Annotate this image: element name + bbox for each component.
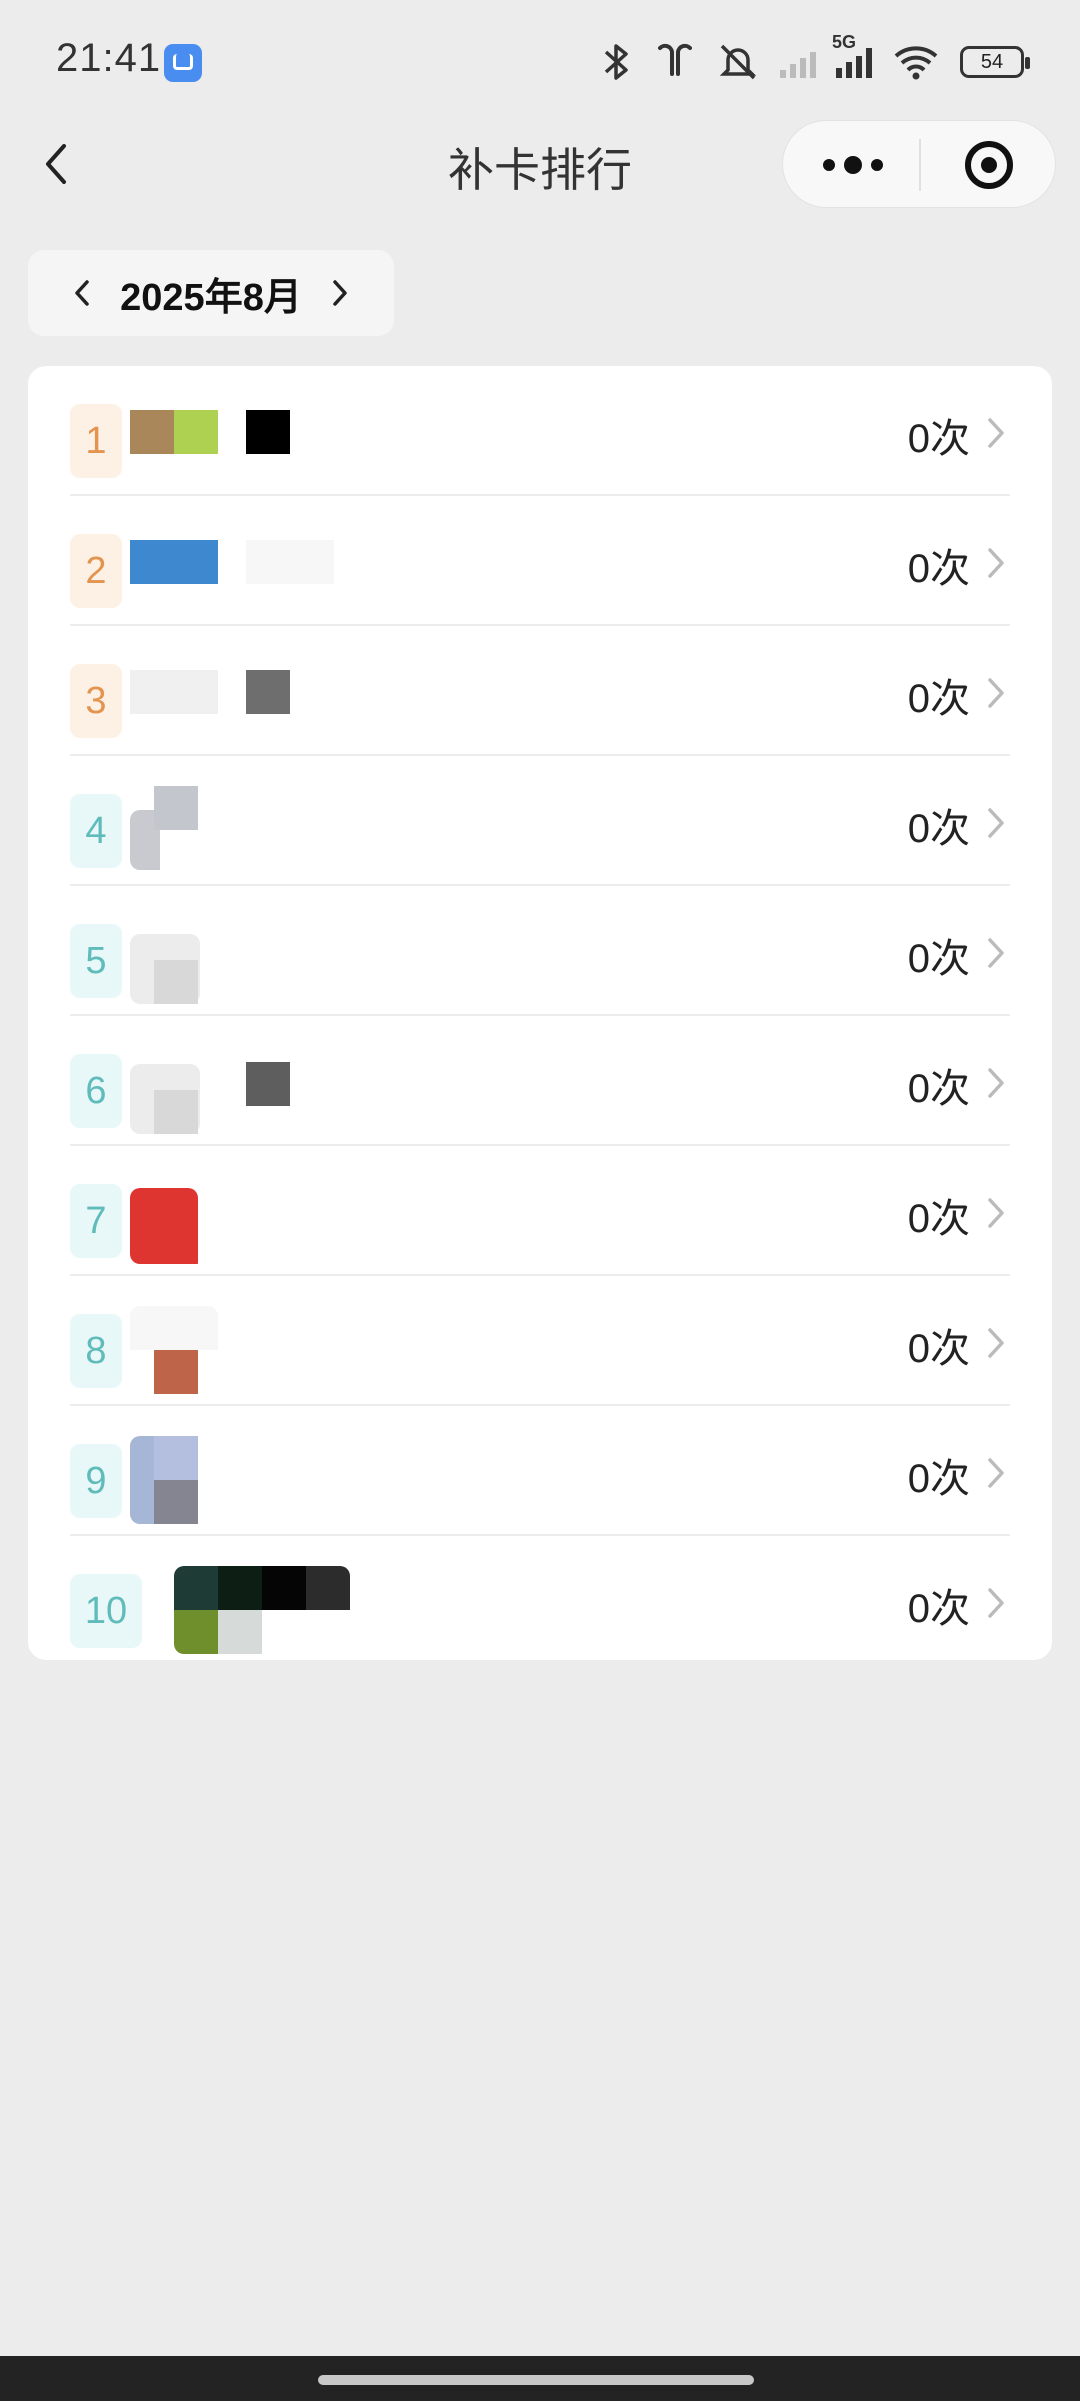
avatar bbox=[130, 1046, 218, 1134]
earbuds-icon bbox=[654, 42, 696, 82]
ranking-row[interactable]: 5 0次 bbox=[70, 886, 1010, 1016]
member-name-redacted bbox=[246, 1318, 466, 1366]
signal-5g-icon: 5G bbox=[832, 32, 872, 82]
rank-badge: 5 bbox=[70, 924, 122, 998]
avatar bbox=[130, 396, 218, 484]
capsule-divider bbox=[919, 139, 921, 191]
chevron-right-icon bbox=[333, 280, 347, 306]
makeup-count: 0次 bbox=[907, 677, 970, 721]
member-name-redacted bbox=[246, 1448, 466, 1496]
signal-dim-icon bbox=[780, 42, 816, 82]
avatar bbox=[130, 916, 218, 1004]
rank-badge: 10 bbox=[70, 1574, 142, 1648]
mute-icon bbox=[716, 42, 760, 82]
ranking-row[interactable]: 2 0次 bbox=[70, 496, 1010, 626]
member-name-redacted bbox=[246, 408, 466, 456]
ranking-row[interactable]: 4 0次 bbox=[70, 756, 1010, 886]
makeup-count: 0次 bbox=[907, 1587, 970, 1631]
network-type-label: 5G bbox=[832, 32, 857, 52]
chevron-right-icon bbox=[988, 678, 1004, 708]
ranking-row[interactable]: 9 0次 bbox=[70, 1406, 1010, 1536]
nav-bar: 补卡排行 bbox=[0, 120, 1080, 210]
member-name-redacted bbox=[246, 798, 466, 846]
makeup-count: 0次 bbox=[907, 807, 970, 851]
rank-badge: 8 bbox=[70, 1314, 122, 1388]
rank-badge: 4 bbox=[70, 794, 122, 868]
chevron-right-icon bbox=[988, 1458, 1004, 1488]
ranking-row[interactable]: 1 0次 bbox=[70, 366, 1010, 496]
more-dot-icon bbox=[844, 156, 862, 174]
member-name-redacted bbox=[246, 1058, 466, 1106]
rank-badge: 1 bbox=[70, 404, 122, 478]
chevron-left-icon bbox=[75, 280, 89, 306]
makeup-count: 0次 bbox=[907, 547, 970, 591]
avatar bbox=[174, 1566, 350, 1654]
month-picker: 2025年8月 bbox=[28, 250, 394, 336]
member-name-redacted bbox=[246, 928, 466, 976]
avatar bbox=[130, 1436, 218, 1524]
chevron-right-icon bbox=[988, 808, 1004, 838]
rank-badge: 3 bbox=[70, 664, 122, 738]
chevron-right-icon bbox=[988, 1068, 1004, 1098]
miniprogram-capsule bbox=[782, 120, 1056, 208]
avatar bbox=[130, 1306, 218, 1394]
makeup-count: 0次 bbox=[907, 1457, 970, 1501]
more-button[interactable] bbox=[823, 151, 883, 179]
ranking-row[interactable]: 8 0次 bbox=[70, 1276, 1010, 1406]
close-miniprogram-button[interactable] bbox=[965, 141, 1013, 189]
chevron-right-icon bbox=[988, 1198, 1004, 1228]
member-name-redacted bbox=[246, 1188, 466, 1236]
battery-icon: 54 bbox=[960, 46, 1030, 78]
month-label: 2025年8月 bbox=[120, 276, 302, 319]
rank-badge: 6 bbox=[70, 1054, 122, 1128]
chevron-right-icon bbox=[988, 1328, 1004, 1358]
chevron-right-icon bbox=[988, 1588, 1004, 1618]
avatar bbox=[130, 1176, 218, 1264]
member-name-redacted bbox=[246, 538, 466, 586]
avatar bbox=[130, 656, 218, 744]
bluetooth-icon bbox=[600, 42, 634, 82]
rank-badge: 7 bbox=[70, 1184, 122, 1258]
chevron-right-icon bbox=[988, 418, 1004, 448]
ranking-row[interactable]: 7 0次 bbox=[70, 1146, 1010, 1276]
makeup-count: 0次 bbox=[907, 1197, 970, 1241]
ranking-row[interactable]: 10 0次 bbox=[70, 1536, 1010, 1666]
status-icons: 5G 54 bbox=[600, 32, 1030, 88]
more-dot-icon bbox=[823, 159, 835, 171]
makeup-count: 0次 bbox=[907, 1067, 970, 1111]
rank-badge: 2 bbox=[70, 534, 122, 608]
next-month-button[interactable] bbox=[320, 273, 360, 313]
avatar bbox=[130, 526, 218, 614]
wifi-icon bbox=[892, 42, 940, 82]
member-name-redacted bbox=[246, 668, 466, 716]
status-time: 21:41 bbox=[56, 36, 162, 80]
app-notification-icon bbox=[164, 44, 202, 82]
makeup-count: 0次 bbox=[907, 417, 970, 461]
avatar bbox=[130, 786, 218, 874]
home-indicator[interactable] bbox=[318, 2375, 754, 2385]
ranking-row[interactable]: 6 0次 bbox=[70, 1016, 1010, 1146]
system-navigation-bar bbox=[0, 2356, 1080, 2401]
chevron-right-icon bbox=[988, 938, 1004, 968]
chevron-right-icon bbox=[988, 548, 1004, 578]
prev-month-button[interactable] bbox=[62, 273, 102, 313]
status-bar: 21:41 5G 54 bbox=[0, 0, 1080, 120]
makeup-count: 0次 bbox=[907, 1327, 970, 1371]
makeup-count: 0次 bbox=[907, 937, 970, 981]
more-dot-icon bbox=[871, 159, 883, 171]
ranking-list: 1 0次 2 0次 3 0次 4 0次 5 0次 6 0次 7 0次 8 0次 … bbox=[28, 366, 1052, 1660]
rank-badge: 9 bbox=[70, 1444, 122, 1518]
ranking-row[interactable]: 3 0次 bbox=[70, 626, 1010, 756]
